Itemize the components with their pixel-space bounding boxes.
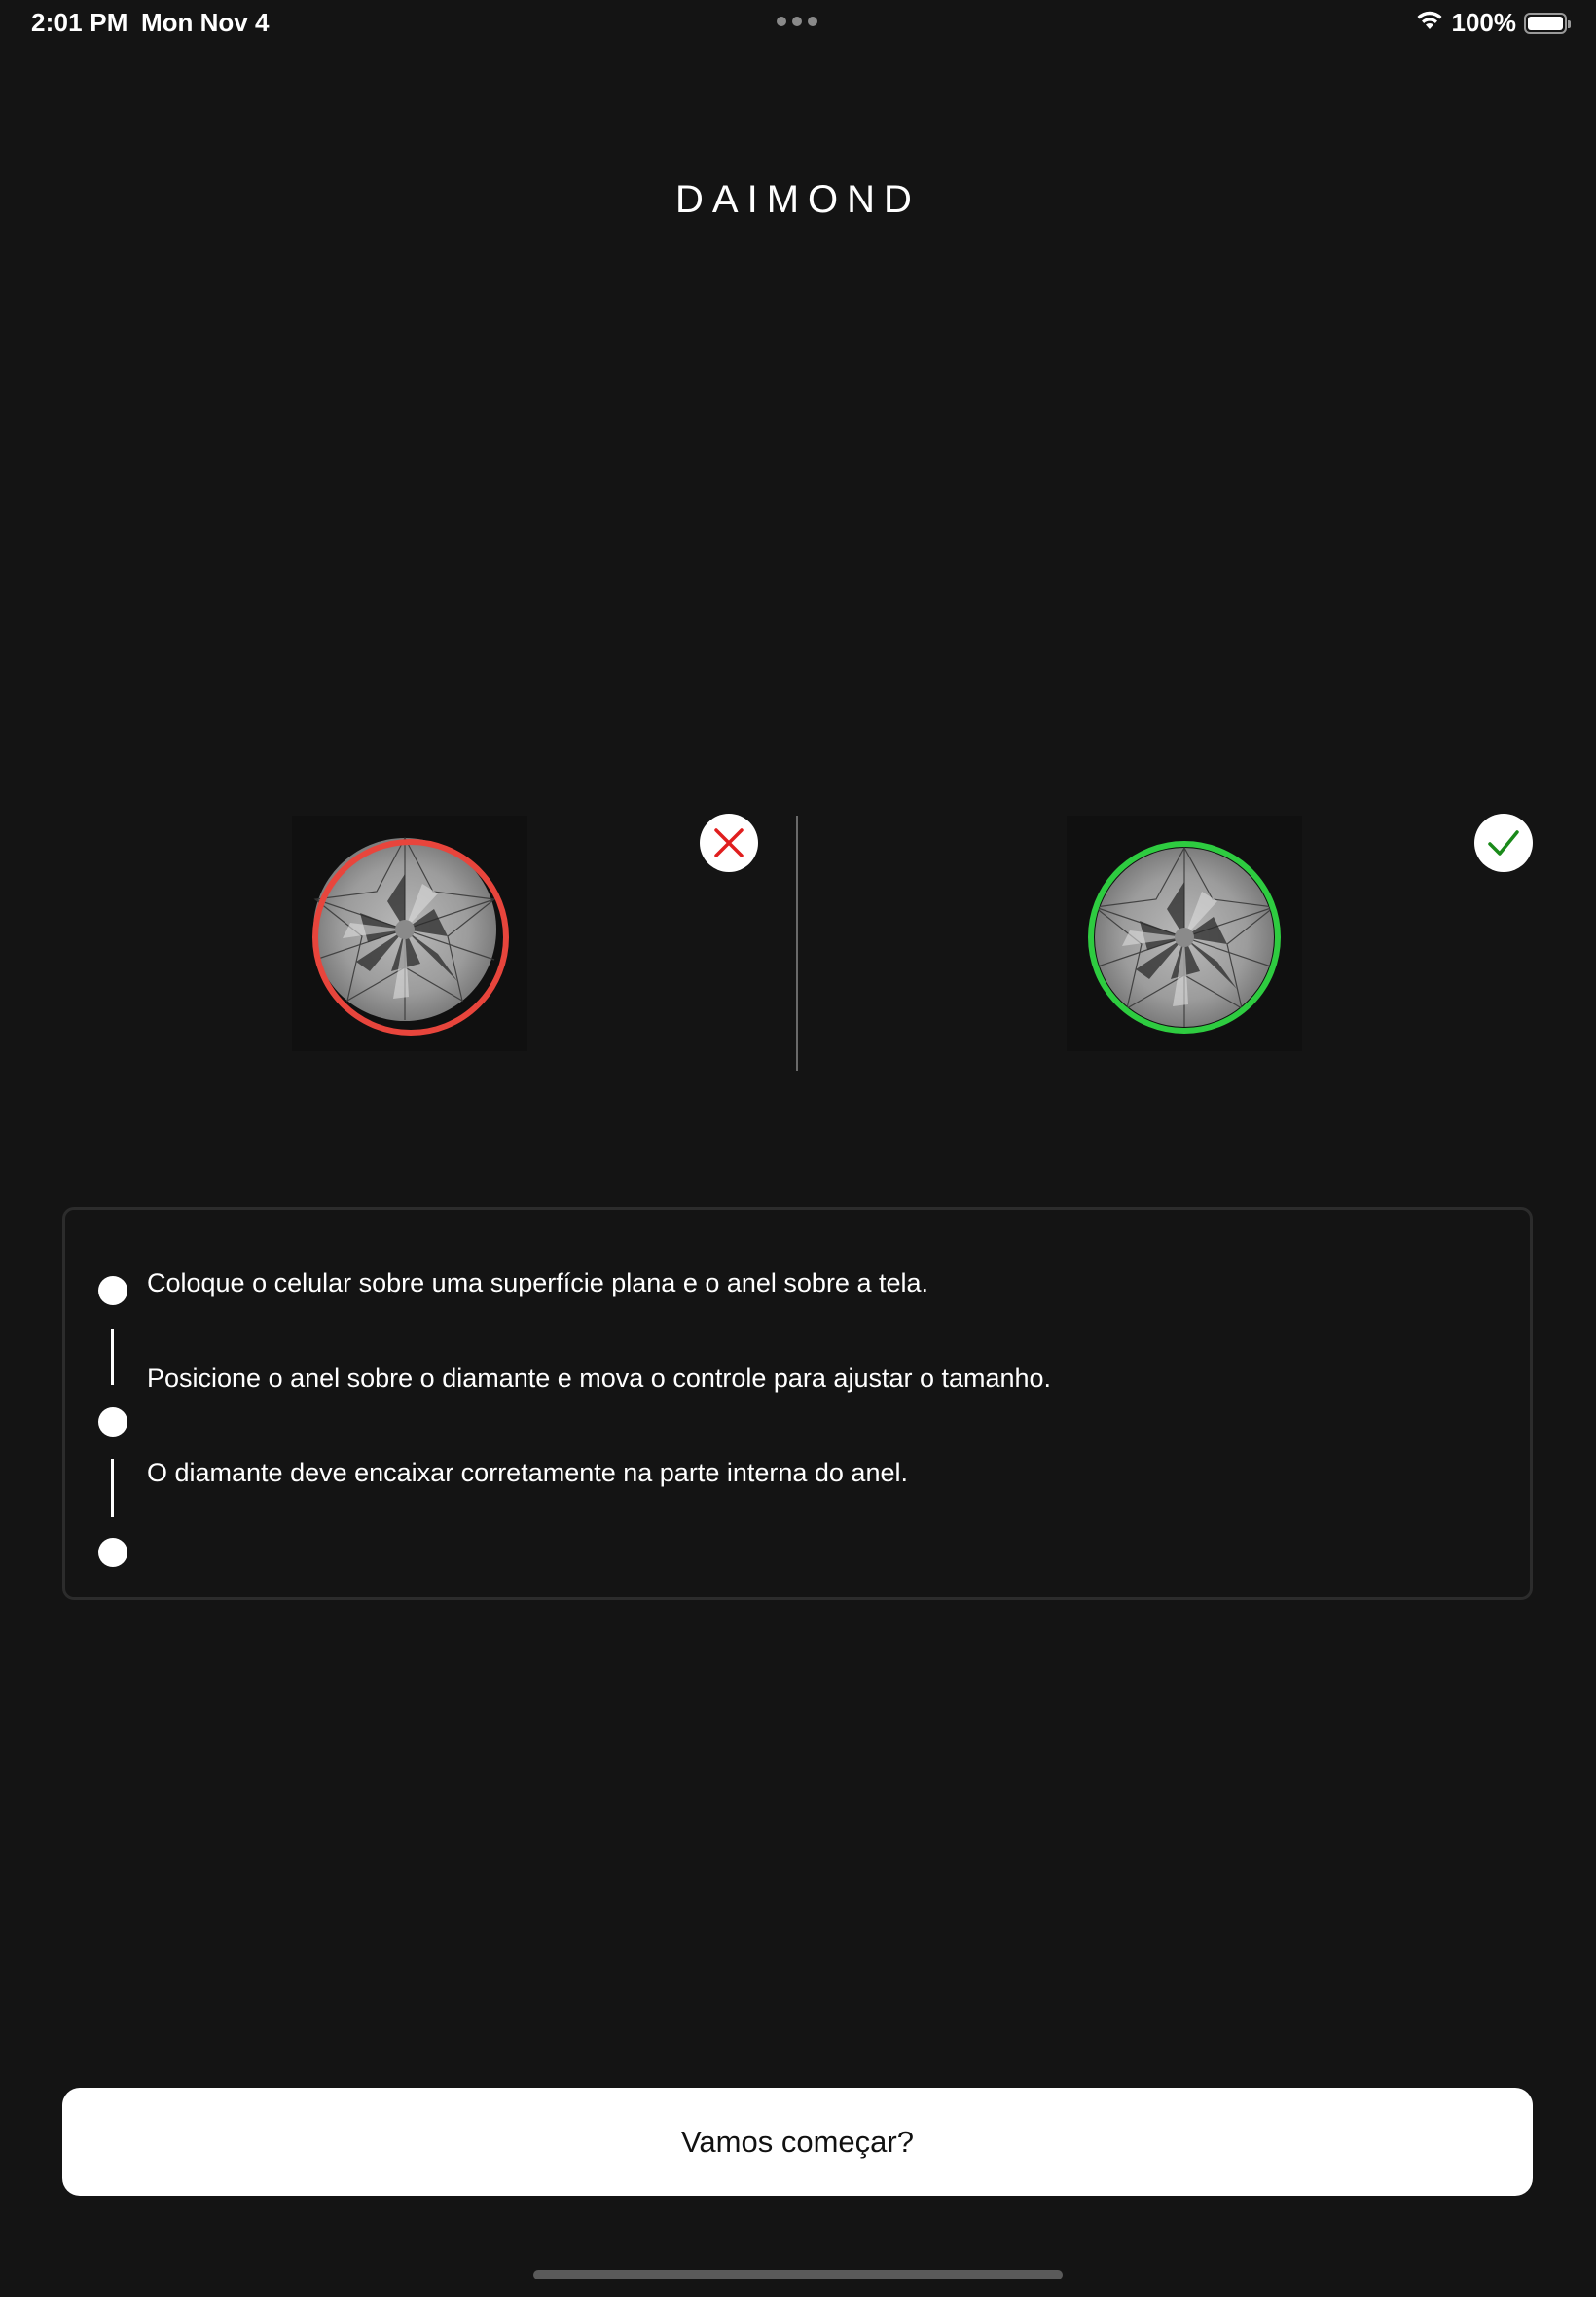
correct-fit-illustration [1067,816,1302,1051]
incorrect-fit-illustration [292,816,527,1051]
wifi-icon [1415,8,1444,38]
multitasking-dots-icon[interactable] [777,17,817,26]
step-1-dot [98,1276,127,1305]
start-button-label: Vamos começar? [681,2124,914,2159]
start-button[interactable]: Vamos começar? [62,2088,1533,2196]
step-connector-1 [111,1329,114,1385]
status-right: 100% [1415,8,1571,38]
step-1-text: Coloque o celular sobre uma superfície p… [147,1268,928,1297]
ring-fit-comparison [0,808,1596,1071]
step-2-text: Posicione o anel sobre o diamante e mova… [147,1364,1052,1393]
status-time: 2:01 PM [31,8,128,37]
step-2-dot [98,1407,127,1437]
status-date: Mon Nov 4 [141,8,270,37]
step-3-text: O diamante deve encaixar corretamente na… [147,1458,908,1487]
battery-percent: 100% [1451,8,1517,37]
brand-logo: DAIMOND [675,178,921,221]
comparison-divider [796,816,798,1071]
incorrect-x-icon [700,814,758,872]
home-indicator[interactable] [533,2270,1063,2279]
battery-icon [1524,12,1571,34]
app-screen: 2:01 PM Mon Nov 4 100% DAIMOND Coloque o… [0,0,1596,2297]
correct-check-icon [1474,814,1533,872]
step-connector-2 [111,1459,114,1517]
step-3-dot [98,1538,127,1567]
status-bar: 2:01 PM Mon Nov 4 100% [0,0,1596,47]
instructions-card: Coloque o celular sobre uma superfície p… [62,1207,1533,1600]
